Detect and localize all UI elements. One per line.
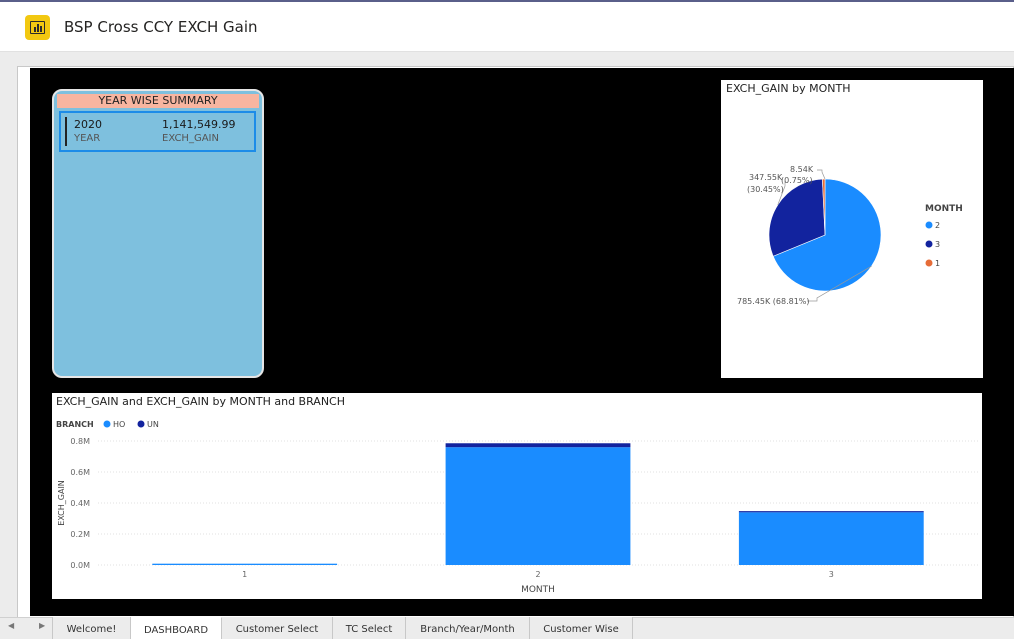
tab-welcome[interactable]: Welcome! [52, 617, 131, 639]
tab-dashboard[interactable]: DASHBOARD [131, 617, 222, 639]
title-bar: BSP Cross CCY EXCH Gain [0, 2, 1014, 52]
svg-text:UN: UN [147, 420, 159, 429]
svg-text:347.55K: 347.55K [749, 173, 783, 182]
svg-text:8.54K: 8.54K [790, 165, 814, 174]
x-tick-label: 1 [242, 570, 247, 579]
svg-text:1: 1 [935, 259, 940, 268]
year-value: 2020 [74, 118, 102, 131]
exch-gain-label: EXCH_GAIN [162, 133, 219, 144]
bar-legend-item-ho[interactable]: HO [103, 420, 126, 429]
svg-text:(30.45%): (30.45%) [747, 185, 784, 194]
svg-text:3: 3 [935, 240, 940, 249]
pie-legend-item-3[interactable]: 3 [925, 240, 941, 249]
svg-text:HO: HO [113, 420, 125, 429]
bar-un-month-2[interactable] [445, 443, 631, 448]
chevron-right-icon[interactable]: ▶ [39, 621, 45, 630]
report-title: BSP Cross CCY EXCH Gain [64, 18, 258, 36]
y-tick-label: 0.6M [70, 468, 90, 477]
chevron-left-icon[interactable]: ◀ [8, 621, 14, 630]
tab-customer-select[interactable]: Customer Select [222, 617, 333, 639]
tab-customer-wise[interactable]: Customer Wise [530, 617, 633, 639]
y-tick-label: 0.2M [70, 530, 90, 539]
y-tick-label: 0.4M [70, 499, 90, 508]
y-tick-label: 0.8M [70, 437, 90, 446]
year-label: YEAR [74, 133, 101, 144]
y-axis-title: EXCH_GAIN [57, 480, 66, 526]
exch-gain-value: 1,141,549.99 [162, 118, 236, 131]
tab-branch-year-month[interactable]: Branch/Year/Month [406, 617, 530, 639]
bar-legend-item-un[interactable]: UN [137, 420, 159, 429]
pie-legend-title: MONTH [925, 204, 963, 214]
bar-ho-month-3[interactable] [738, 512, 924, 565]
x-axis-title: MONTH [521, 585, 555, 595]
pie-legend-item-1[interactable]: 1 [925, 259, 941, 268]
x-tick-label: 3 [829, 570, 834, 579]
tab-tc-select[interactable]: TC Select [333, 617, 406, 639]
bar-ho-month-2[interactable] [445, 447, 631, 565]
power-bi-icon [25, 15, 50, 40]
pie-legend-item-2[interactable]: 2 [925, 221, 941, 230]
pie-chart: 785.45K (68.81%) 347.55K (30.45%) 8.54K (0.7… [737, 165, 963, 306]
svg-text:2: 2 [935, 221, 940, 230]
bar-chart: BRANCH HO UN 0.0M 0.2M 0.4M 0.6M 0.8M EXCH_GAIN 1… [56, 420, 978, 595]
y-tick-label: 0.0M [70, 561, 90, 570]
year-summary-title: YEAR WISE SUMMARY [57, 94, 259, 108]
x-tick-label: 2 [535, 570, 540, 579]
svg-text:(0.75%): (0.75%) [781, 176, 813, 185]
bar-legend-title: BRANCH [56, 420, 94, 429]
svg-text:785.45K (68.81%): 785.45K (68.81%) [737, 297, 810, 306]
bar-ho-month-1[interactable] [152, 563, 338, 565]
bar-chart-visual[interactable]: EXCH_GAIN and EXCH_GAIN by MONTH and BRA… [52, 393, 982, 599]
pie-chart-visual[interactable]: EXCH_GAIN by MONTH 785.45K (68.81%) 347.5… [721, 80, 983, 378]
pie-data-label-month-3: 347.55K (30.45%) [747, 173, 786, 206]
bar-un-month-3[interactable] [738, 511, 924, 513]
row-accent-bar [65, 117, 67, 146]
